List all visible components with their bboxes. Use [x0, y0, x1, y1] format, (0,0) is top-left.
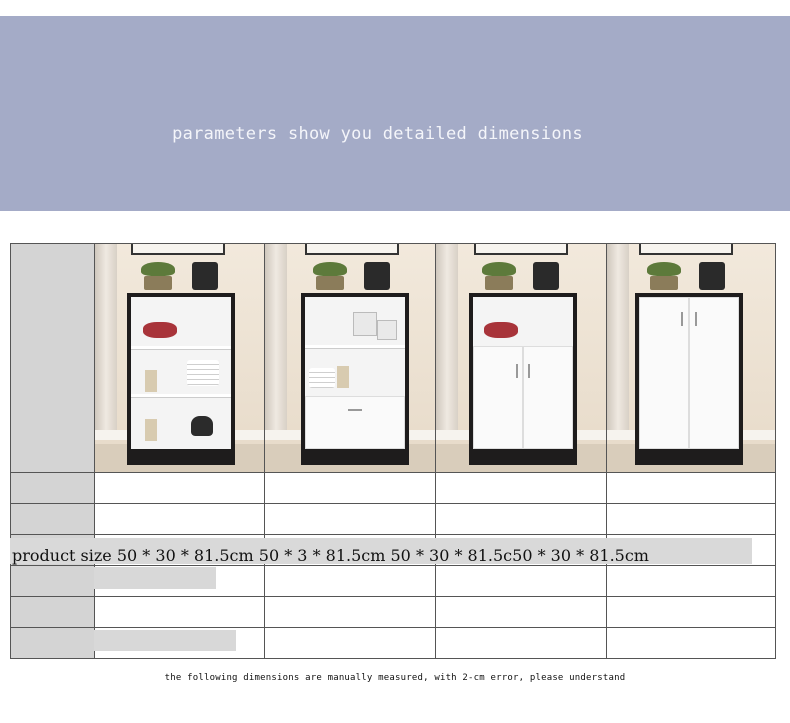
- banner-title: parameters show you detailed dimensions: [172, 124, 583, 144]
- row-label-block: [94, 567, 216, 589]
- product-photo-full-doors: [607, 244, 775, 472]
- banner: parameters show you detailed dimensions: [0, 16, 790, 211]
- product-photo-open-shelves: [95, 244, 264, 472]
- product-size-row: product size 50 * 30 * 81.5cm 50 * 3 * 8…: [12, 546, 649, 565]
- product-photo-two-doors: [436, 244, 606, 472]
- row-label-block: [94, 630, 236, 651]
- product-photo-drawer: [265, 244, 435, 472]
- spec-table: [10, 243, 776, 659]
- measurement-note: the following dimensions are manually me…: [164, 673, 626, 683]
